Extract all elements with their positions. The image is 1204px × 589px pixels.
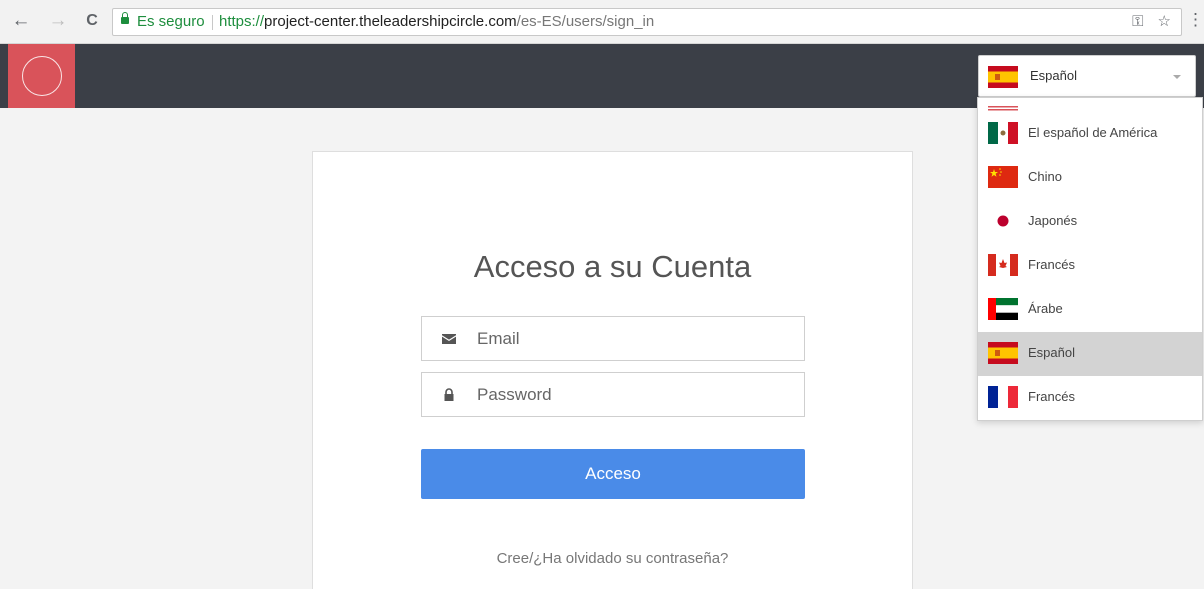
language-option-uae[interactable]: Árabe [978, 288, 1202, 332]
language-option-label: El español de América [1028, 125, 1158, 140]
logo[interactable] [8, 44, 75, 108]
language-option-label: Francés [1028, 389, 1075, 404]
login-card: Acceso a su Cuenta Acceso Cree/¿Ha olvid… [312, 151, 913, 589]
language-option-spain[interactable]: Español [978, 332, 1202, 376]
url-text[interactable]: https://project-center.theleadershipcirc… [219, 9, 654, 35]
menu-icon[interactable]: ⋮ [1187, 10, 1204, 30]
forgot-password-link[interactable]: Cree/¿Ha olvidado su contraseña? [313, 550, 912, 567]
language-option-france[interactable]: Francés [978, 376, 1202, 420]
back-icon[interactable]: ← [10, 10, 32, 32]
language-dropdown: El español de América Chino Japonés Fran… [977, 97, 1203, 421]
envelope-icon [442, 334, 456, 344]
url-path: /es-ES/users/sign_in [516, 13, 655, 30]
language-option-label: Árabe [1028, 301, 1063, 316]
password-input[interactable] [477, 373, 797, 416]
login-button[interactable]: Acceso [421, 449, 805, 499]
language-option-label: Chino [1028, 169, 1062, 184]
address-bar[interactable]: Es seguro https://project-center.thelead… [112, 8, 1182, 36]
separator [212, 15, 213, 30]
lock-icon [444, 388, 454, 401]
language-option-label: Francés [1028, 257, 1075, 272]
email-input[interactable] [477, 317, 797, 360]
canada-flag-icon [988, 254, 1018, 276]
language-select[interactable]: Español [978, 55, 1196, 97]
mexico-flag-icon [988, 122, 1018, 144]
secure-label: Es seguro [137, 13, 205, 30]
language-option-label: Español [1028, 345, 1075, 360]
star-icon[interactable]: ☆ [1158, 13, 1171, 30]
password-field[interactable] [421, 372, 805, 417]
us-flag-icon [988, 98, 1018, 111]
spain-flag-icon [988, 342, 1018, 364]
browser-toolbar: ← → C Es seguro https://project-center.t… [0, 0, 1204, 44]
language-option-label: Japonés [1028, 213, 1078, 228]
china-flag-icon [988, 166, 1018, 188]
france-flag-icon [988, 386, 1018, 408]
language-option-canada[interactable]: Francés [978, 244, 1202, 288]
japan-flag-icon [988, 210, 1018, 232]
url-scheme: https:// [219, 13, 265, 30]
lock-icon [121, 12, 129, 24]
language-selected-label: Español [1030, 68, 1077, 83]
circle-logo-icon [22, 56, 62, 96]
reload-icon[interactable]: C [81, 10, 103, 32]
language-option-mexico[interactable]: El español de América [978, 112, 1202, 156]
forward-icon[interactable]: → [47, 10, 69, 32]
uae-flag-icon [988, 298, 1018, 320]
email-field[interactable] [421, 316, 805, 361]
language-option-japan[interactable]: Japonés [978, 200, 1202, 244]
key-icon[interactable]: ⚿ [1132, 13, 1143, 30]
language-option-china[interactable]: Chino [978, 156, 1202, 200]
spain-flag-icon [988, 66, 1018, 88]
url-host: project-center.theleadershipcircle.com [264, 13, 517, 30]
chevron-down-icon [1173, 75, 1181, 79]
page-title: Acceso a su Cuenta [473, 249, 752, 284]
